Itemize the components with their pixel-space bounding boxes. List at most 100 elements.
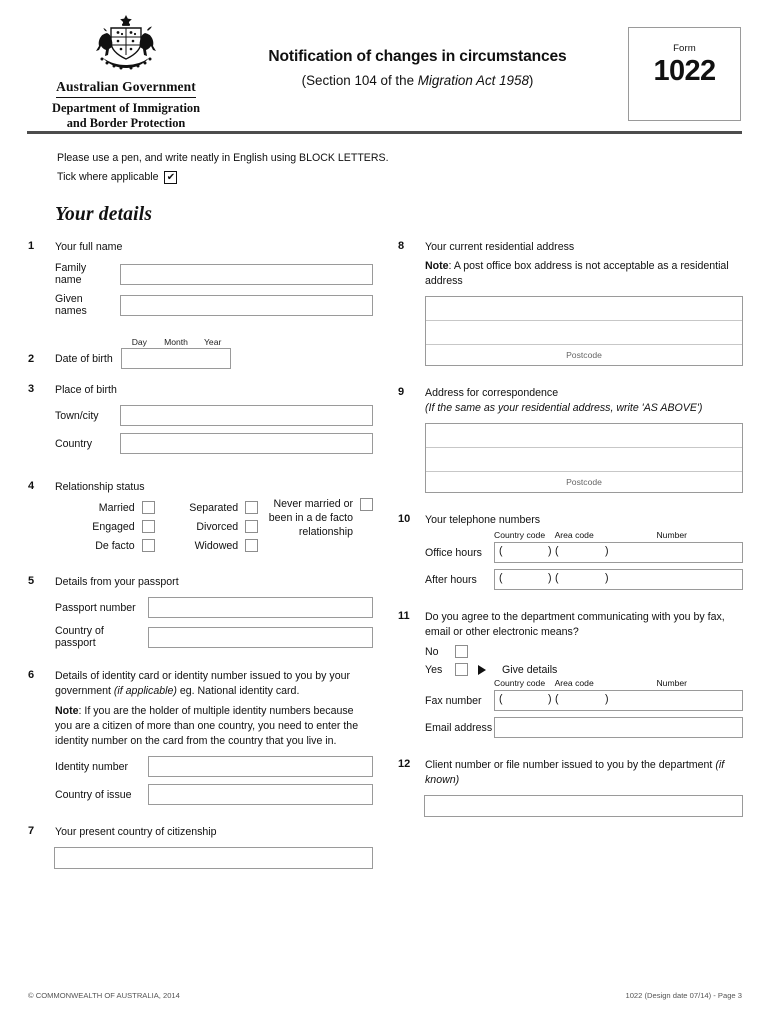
question-8-residential-address: 8 Your current residential address Note:… [398, 240, 743, 367]
fax-country-code-label: Country code [494, 678, 546, 689]
residential-address-line-2[interactable] [426, 321, 742, 346]
question-12-client-number: 12 Client number or file number issued t… [398, 758, 743, 818]
question-12-number: 12 [398, 758, 411, 771]
checkbox-yes[interactable] [455, 663, 468, 677]
fax-paren-3: ( [555, 693, 559, 706]
family-name-input[interactable] [120, 263, 373, 285]
page-footer: © COMMONWEALTH OF AUSTRALIA, 2014 1022 (… [28, 991, 742, 1000]
checkbox-separated[interactable] [245, 501, 259, 515]
answer-no-row[interactable]: No [425, 645, 743, 659]
question-6-label: Details of identity card or identity num… [55, 669, 373, 699]
town-city-input[interactable] [120, 405, 373, 427]
relationship-label-separated: Separated [189, 501, 239, 514]
after-paren-1: ( [499, 572, 503, 585]
given-names-input[interactable] [120, 294, 373, 316]
email-address-row: Email address [425, 717, 743, 739]
question-1-number: 1 [28, 240, 35, 252]
town-city-row: Town/city [55, 405, 373, 427]
correspondence-postcode-label[interactable]: Postcode [426, 472, 742, 492]
relationship-label-married: Married [98, 501, 135, 514]
question-1-full-name: 1 Your full name Family name Given names [28, 240, 373, 317]
office-paren-2: ) [548, 545, 552, 558]
date-of-birth-row: 2 Date of birth [28, 348, 373, 370]
relationship-option-engaged[interactable]: Engaged [55, 517, 155, 536]
country-of-issue-input[interactable] [148, 784, 373, 806]
question-5-number: 5 [28, 575, 35, 588]
fax-paren-4: ) [605, 693, 609, 706]
relationship-option-widowed[interactable]: Widowed [155, 536, 259, 555]
office-paren-1: ( [499, 545, 503, 558]
commonwealth-coat-of-arms-icon [96, 15, 156, 70]
office-hours-input[interactable]: ( ) ( ) [494, 542, 743, 564]
question-6-identity-card: 6 Details of identity card or identity n… [28, 669, 373, 806]
question-9-sublabel-italic: (If the same as your residential address… [425, 402, 703, 415]
form-title: Notification of changes in circumstances [268, 48, 567, 65]
date-of-birth-headers: Day Month Year [121, 337, 231, 347]
passport-number-input[interactable] [148, 597, 373, 619]
question-10-label: Your telephone numbers [425, 514, 541, 527]
question-9-sublabel: (If the same as your residential address… [425, 401, 743, 416]
relationship-option-divorced[interactable]: Divorced [155, 517, 259, 536]
after-hours-row: After hours ( ) ( ) [425, 569, 743, 591]
office-paren-4: ) [605, 545, 609, 558]
checkbox-married[interactable] [141, 501, 155, 515]
give-details-label: Give details [502, 663, 558, 676]
email-address-input[interactable] [494, 717, 743, 739]
question-12-label-main: Client number or file number issued to y… [425, 759, 716, 772]
relationship-label-engaged: Engaged [92, 520, 135, 533]
relationship-label-de-facto: De facto [95, 539, 135, 552]
country-of-issue-row: Country of issue [55, 784, 373, 806]
question-8-label: Your current residential address [425, 241, 575, 253]
fax-paren-1: ( [499, 693, 503, 706]
client-number-input[interactable] [424, 795, 743, 818]
answer-no-label: No [425, 645, 439, 658]
after-hours-input[interactable]: ( ) ( ) [494, 569, 743, 591]
checkbox-never-married[interactable] [360, 498, 373, 512]
government-label: Australian Government [56, 79, 196, 99]
correspondence-address-line-2[interactable] [426, 448, 742, 473]
subtitle-act-name: Migration Act 1958 [417, 72, 529, 88]
correspondence-address-line-1[interactable] [426, 424, 742, 449]
checkbox-engaged[interactable] [141, 520, 155, 534]
checkbox-de-facto[interactable] [141, 539, 155, 553]
date-of-birth-input[interactable] [121, 348, 231, 370]
question-10-number: 10 [398, 513, 411, 526]
birth-country-label: Country [55, 437, 93, 450]
identity-number-input[interactable] [148, 756, 373, 778]
country-of-issue-label: Country of issue [55, 788, 132, 801]
checkbox-widowed[interactable] [245, 539, 259, 553]
checkbox-divorced[interactable] [245, 520, 259, 534]
passport-country-input[interactable] [148, 626, 373, 648]
citizenship-input[interactable] [54, 847, 373, 870]
question-11-electronic-communication: 11 Do you agree to the department commun… [398, 610, 743, 739]
never-married-line-3: relationship [298, 526, 353, 539]
fax-number-column-label: Number [656, 678, 688, 689]
question-7-citizenship: 7 Your present country of citizenship [28, 825, 373, 870]
relationship-option-de-facto[interactable]: De facto [55, 536, 155, 555]
never-married-line-2: been in a de facto [268, 512, 353, 525]
residential-postcode-label[interactable]: Postcode [426, 345, 742, 365]
fax-number-row: Fax number ( ) ( ) [425, 690, 743, 712]
question-8-note-word: Note [425, 260, 449, 273]
year-label: Year [203, 337, 222, 348]
relationship-option-never-married[interactable]: Never married or been in a de facto rela… [260, 498, 373, 540]
department-label: Department of Immigration and Border Pro… [30, 101, 222, 130]
checkbox-no[interactable] [455, 645, 468, 659]
question-4-label: Relationship status [55, 481, 145, 494]
tick-example-checkbox: ✔ [164, 171, 178, 185]
question-11-number: 11 [398, 610, 410, 623]
passport-number-label: Passport number [55, 601, 136, 614]
question-6-note: Note: If you are the holder of multiple … [55, 704, 373, 749]
birth-country-input[interactable] [120, 433, 373, 455]
question-5-label: Details from your passport [55, 576, 179, 589]
residential-address-line-1[interactable] [426, 297, 742, 322]
question-6-label-line-2-post: eg. National identity card. [176, 685, 300, 698]
relationship-option-separated[interactable]: Separated [155, 498, 259, 517]
fax-number-input[interactable]: ( ) ( ) [494, 690, 743, 712]
relationship-option-married[interactable]: Married [55, 498, 155, 517]
relationship-status-options: Married Engaged De facto Separated Divor… [55, 498, 373, 555]
answer-yes-row[interactable]: Yes Give details [425, 663, 743, 677]
question-8-note: Note: A post office box address is not a… [425, 259, 743, 289]
question-8-note-text: : A post office box address is not accep… [425, 260, 729, 288]
question-6-note-word: Note [55, 705, 79, 718]
